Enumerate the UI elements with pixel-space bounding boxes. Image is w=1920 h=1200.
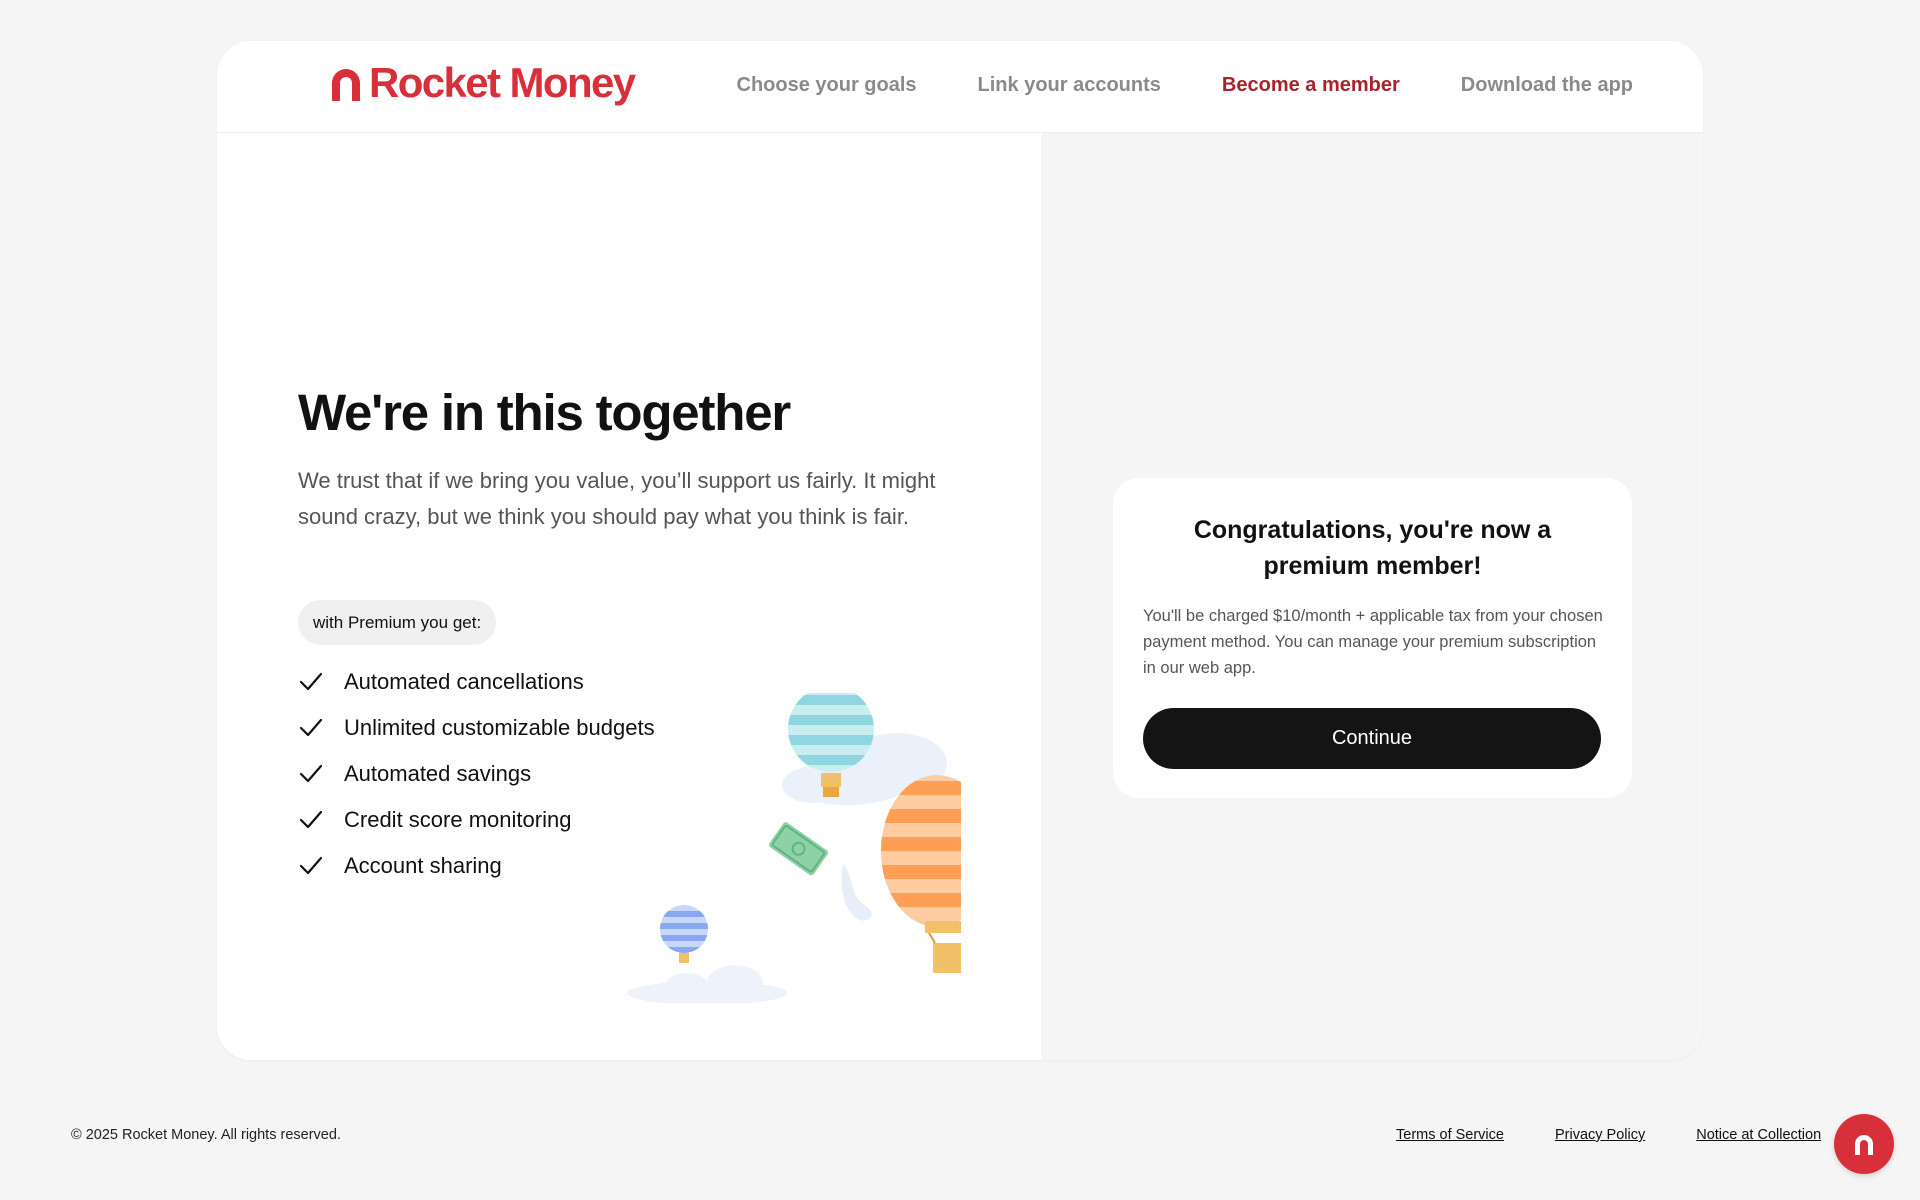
- feature-label: Credit score monitoring: [344, 807, 572, 832]
- privacy-policy-link[interactable]: Privacy Policy: [1555, 1127, 1645, 1143]
- brand-name: Rocket Money: [369, 59, 636, 106]
- feature-item: Automated savings: [298, 751, 655, 797]
- premium-confirmation-card: Congratulations, you're now a premium me…: [1113, 478, 1632, 798]
- check-icon: [299, 856, 323, 875]
- feature-item: Credit score monitoring: [298, 797, 655, 843]
- top-navigation-bar: Rocket Money Choose your goals Link your…: [217, 41, 1703, 133]
- copyright-text: © 2025 Rocket Money. All rights reserved…: [71, 1127, 341, 1143]
- nav-step-become-member[interactable]: Become a member: [1222, 73, 1400, 97]
- onboarding-shell: Rocket Money Choose your goals Link your…: [217, 41, 1703, 1060]
- page-description: We trust that if we bring you value, you…: [298, 468, 936, 529]
- premium-features-list: Automated cancellations Unlimited custom…: [298, 659, 655, 889]
- confirmation-pane: Congratulations, you're now a premium me…: [1041, 133, 1703, 1060]
- notice-at-collection-link[interactable]: Notice at Collection: [1696, 1127, 1821, 1143]
- chat-support-button[interactable]: [1834, 1114, 1894, 1174]
- check-icon: [299, 672, 323, 691]
- nav-step-download-app[interactable]: Download the app: [1461, 73, 1633, 97]
- premium-info-pane: We're in this together We trust that if …: [217, 133, 1041, 1060]
- check-icon: [299, 718, 323, 737]
- footer-links: Terms of Service Privacy Policy Notice a…: [1396, 1127, 1872, 1143]
- rocket-money-logo-icon: [332, 69, 360, 101]
- feature-item: Account sharing: [298, 843, 655, 889]
- feature-item: Automated cancellations: [298, 659, 655, 705]
- rocket-money-logo-icon: [1855, 1135, 1873, 1155]
- onboarding-steps-nav: Choose your goals Link your accounts Bec…: [676, 73, 1634, 97]
- continue-button[interactable]: Continue: [1143, 708, 1601, 769]
- rocket-money-logo[interactable]: Rocket Money: [327, 59, 636, 106]
- nav-step-choose-goals[interactable]: Choose your goals: [737, 73, 917, 97]
- confirmation-title: Congratulations, you're now a premium me…: [1193, 516, 1552, 580]
- page-title: We're in this together: [298, 384, 791, 441]
- check-icon: [299, 810, 323, 829]
- nav-step-link-accounts[interactable]: Link your accounts: [978, 73, 1161, 97]
- feature-item: Unlimited customizable budgets: [298, 705, 655, 751]
- feature-label: Automated savings: [344, 761, 532, 786]
- terms-of-service-link[interactable]: Terms of Service: [1396, 1127, 1504, 1143]
- confirmation-message: You'll be charged $10/month + applicable…: [1143, 607, 1603, 677]
- check-icon: [299, 764, 323, 783]
- feature-label: Automated cancellations: [344, 669, 584, 694]
- feature-label: Account sharing: [344, 853, 502, 878]
- premium-features-label: with Premium you get:: [298, 600, 497, 645]
- hot-air-balloons-illustration: [627, 693, 961, 1003]
